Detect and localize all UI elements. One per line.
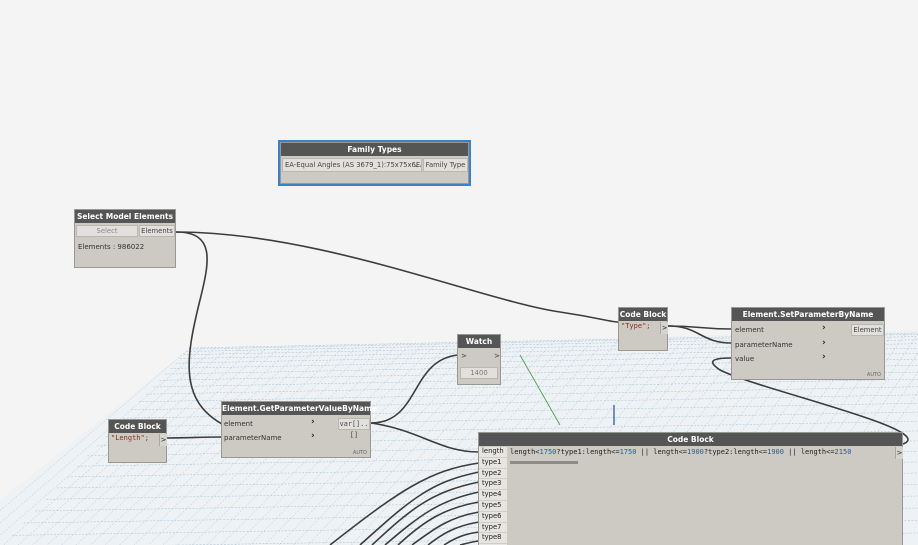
input-port-list: length type1 type2 type3 type4 type5 type6 type…: [479, 447, 507, 545]
code-token: || length<=: [783, 448, 835, 456]
select-button-label: Select: [96, 227, 118, 235]
node-title: Element.GetParameterValueByName: [222, 402, 377, 415]
lacing-indicator: AUTO: [866, 372, 881, 378]
chevron-right-icon: ›: [822, 323, 826, 333]
input-element-port[interactable]: element: [224, 417, 253, 431]
chevron-right-icon: ›: [311, 431, 315, 441]
chevron-down-icon: ⌄: [413, 161, 419, 169]
node-title: Code Block: [619, 308, 667, 321]
input-parameter-name-port[interactable]: parameterName: [735, 338, 793, 352]
elements-output-port[interactable]: Elements: [139, 225, 175, 237]
code-scrollbar[interactable]: [510, 461, 578, 464]
node-title: Element.SetParameterByName: [732, 308, 884, 321]
code-token: length<: [510, 448, 540, 456]
code-token: ?type1:length<=: [556, 448, 620, 456]
chevron-right-icon: ›: [822, 352, 826, 362]
code-token: ?type2:length<=: [703, 448, 768, 456]
family-type-output-port[interactable]: Family Type: [423, 158, 468, 172]
chevron-right-icon: ›: [311, 417, 315, 427]
output-port-label: Elements: [141, 227, 173, 235]
family-type-selected-value: EA-Equal Angles (AS 3679_1):75x75x6EA: [285, 161, 422, 169]
output-element-port[interactable]: Element: [851, 324, 884, 336]
code-token: || length<=: [636, 448, 688, 456]
output-port[interactable]: >: [159, 434, 167, 446]
watch-value: 1400: [460, 367, 498, 379]
input-port-type2[interactable]: type2: [479, 468, 507, 480]
node-title: Family Types: [281, 143, 468, 156]
get-parameter-value-node[interactable]: Element.GetParameterValueByName element …: [221, 401, 377, 458]
watch-node[interactable]: Watch > > 1400: [457, 334, 501, 385]
code-number: 2150: [834, 448, 852, 456]
output-port[interactable]: >: [660, 322, 668, 334]
set-parameter-by-name-node[interactable]: Element.SetParameterByName element › par…: [731, 307, 885, 380]
input-element-port[interactable]: element: [735, 323, 764, 337]
output-port-label: Family Type: [425, 161, 466, 169]
code-number: 1750: [619, 448, 637, 456]
input-port-length[interactable]: length: [479, 447, 507, 458]
watch-input-port[interactable]: >: [461, 349, 467, 363]
input-port-type5[interactable]: type5: [479, 500, 507, 512]
family-type-dropdown[interactable]: EA-Equal Angles (AS 3679_1):75x75x6EA ⌄: [282, 158, 422, 172]
code-block-length-node[interactable]: Code Block "Length"; >: [108, 419, 167, 463]
output-port-label: Element: [853, 326, 882, 334]
input-port-type6[interactable]: type6: [479, 511, 507, 523]
output-port[interactable]: >: [895, 447, 903, 459]
input-port-type7[interactable]: type7: [479, 522, 507, 534]
code-block-type-node[interactable]: Code Block "Type"; >: [618, 307, 668, 351]
code-text[interactable]: length<1750?type1:length<=1750 || length…: [510, 448, 851, 456]
code-number: 1900: [687, 448, 704, 456]
input-port-type4[interactable]: type4: [479, 490, 507, 501]
node-title: Code Block: [479, 433, 902, 446]
input-port-type8[interactable]: type8: [479, 533, 507, 545]
lacing-indicator: AUTO: [352, 450, 367, 456]
watch-output-port[interactable]: >: [494, 349, 500, 363]
node-title: Code Block: [109, 420, 166, 433]
code-number: 1750: [539, 448, 557, 456]
input-port-type3[interactable]: type3: [479, 479, 507, 491]
code-text[interactable]: "Length";: [111, 434, 149, 442]
output-var-port[interactable]: var[]..[]: [338, 418, 370, 439]
chevron-right-icon: ›: [822, 338, 826, 348]
select-model-elements-node[interactable]: Select Model Elements Select Elements El…: [74, 209, 176, 268]
input-parameter-name-port[interactable]: parameterName: [224, 431, 282, 445]
output-port-label: var[]..[]: [339, 420, 369, 439]
node-title: Select Model Elements: [75, 210, 175, 223]
family-types-node[interactable]: Family Types EA-Equal Angles (AS 3679_1)…: [278, 140, 471, 186]
code-text[interactable]: "Type";: [621, 322, 651, 330]
code-number: 1900: [767, 448, 784, 456]
graph-canvas[interactable]: Family Types EA-Equal Angles (AS 3679_1)…: [0, 0, 918, 545]
node-title: Watch: [458, 335, 500, 348]
selection-status: Elements : 986022: [78, 243, 145, 251]
select-button[interactable]: Select: [76, 225, 138, 237]
input-port-type1[interactable]: type1: [479, 457, 507, 469]
input-value-port[interactable]: value: [735, 352, 754, 366]
code-block-main-node[interactable]: Code Block length type1 type2 type3 type4 typ…: [478, 432, 903, 545]
